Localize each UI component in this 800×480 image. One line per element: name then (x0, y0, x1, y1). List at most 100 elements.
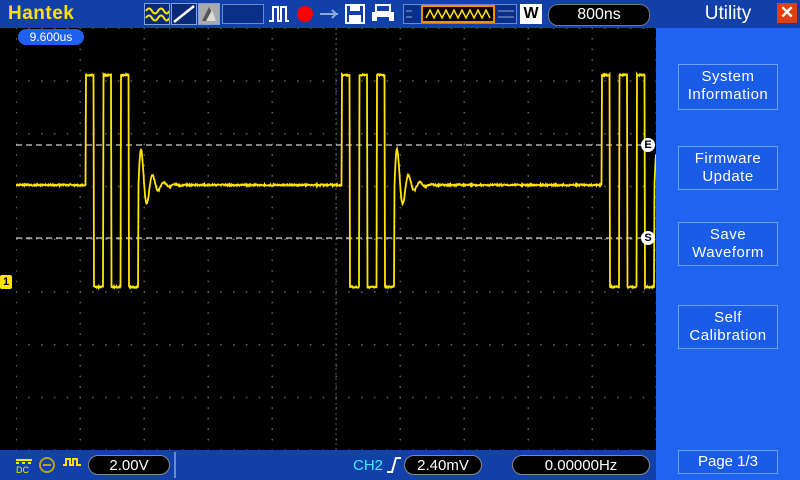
grid-dot (144, 28, 146, 29)
grid-dot (592, 418, 594, 420)
grid-dot (400, 376, 402, 378)
grid-dot (361, 28, 363, 29)
grid-dot (400, 154, 402, 156)
grid-dot (208, 323, 210, 325)
grid-dot (80, 376, 82, 378)
grid-dot (131, 80, 133, 82)
grid-dot (361, 133, 363, 135)
grid-dot (617, 133, 619, 135)
grid-dot (604, 397, 606, 399)
grid-dot (156, 28, 158, 29)
grid-dot (336, 291, 338, 293)
grid-dot (156, 397, 158, 399)
grid-dot (144, 249, 146, 251)
trigger-level-readout[interactable]: 2.40mV (404, 455, 482, 475)
grid-dot (361, 80, 363, 82)
grid-dot (80, 228, 82, 230)
grid-dot (144, 428, 146, 430)
ramp-icon[interactable] (171, 3, 197, 25)
rising-edge-icon[interactable] (386, 456, 402, 474)
grid-dot (144, 312, 146, 314)
grid-dot (617, 28, 619, 29)
close-icon[interactable]: ✕ (777, 3, 797, 23)
ch1-volts-readout[interactable]: 2.00V (88, 455, 170, 475)
grid-dot (592, 59, 594, 61)
grid-dot (144, 376, 146, 378)
printer-icon[interactable] (370, 3, 396, 25)
grid-dot (208, 165, 210, 167)
floppy-icon[interactable] (344, 3, 366, 25)
grid-dot (528, 91, 530, 93)
grid-dot (400, 239, 402, 241)
timebase-readout[interactable]: 800ns (548, 4, 650, 26)
grid-dot (208, 91, 210, 93)
firmware-update-button[interactable]: Firmware Update (678, 146, 778, 190)
grid-dot (400, 80, 402, 82)
grid-dot (80, 428, 82, 430)
grid-dot (528, 165, 530, 167)
grid-dot (412, 344, 414, 346)
grid-dot (144, 407, 146, 409)
page-button[interactable]: Page 1/3 (678, 450, 778, 474)
grid-dot (592, 49, 594, 51)
grid-dot (144, 355, 146, 357)
trigger-source-label[interactable]: CH2 (353, 457, 383, 474)
grid-dot (272, 439, 274, 441)
window-mode-label: W (520, 4, 542, 24)
grid-dot (208, 270, 210, 272)
grid-dot (630, 397, 632, 399)
system-information-button[interactable]: System Information (678, 64, 778, 110)
grid-dot (16, 28, 17, 29)
grid-dot (566, 291, 568, 293)
persist-icon[interactable] (198, 3, 220, 25)
grid-dot (297, 80, 299, 82)
grid-dot (528, 281, 530, 283)
grid-dot (259, 344, 261, 346)
grid-dot (553, 133, 555, 135)
record-icon[interactable] (294, 3, 316, 25)
grid-dot (80, 239, 82, 241)
grid-dot (272, 59, 274, 61)
grid-dot (208, 101, 210, 103)
grid-dot (476, 344, 478, 346)
save-waveform-button[interactable]: Save Waveform (678, 222, 778, 266)
grid-dot (16, 59, 17, 61)
grid-dot (80, 49, 82, 51)
grid-dot (604, 28, 606, 29)
grid-dot (28, 239, 30, 241)
grid-dot (233, 239, 235, 241)
grid-dot (374, 239, 376, 241)
grid-dot (592, 38, 594, 40)
grid-dot (464, 260, 466, 262)
grid-dot (195, 344, 197, 346)
self-calibration-button[interactable]: Self Calibration (678, 305, 778, 349)
grid-dot (80, 302, 82, 304)
grid-dot (41, 291, 43, 293)
dc-coupling-icon: DC (14, 456, 34, 474)
grid-dot (144, 302, 146, 304)
grid-dot (464, 122, 466, 124)
grid-dot (208, 344, 210, 346)
grid-dot (592, 439, 594, 441)
grid-dot (272, 80, 274, 82)
grid-dot (528, 154, 530, 156)
grid-dot (80, 59, 82, 61)
grid-dot (592, 355, 594, 357)
grid-dot (515, 80, 517, 82)
grid-dot (323, 80, 325, 82)
grid-dot (374, 291, 376, 293)
waveform-display[interactable]: 9.600us E S (16, 28, 656, 450)
grid-dot (464, 365, 466, 367)
grid-dot (80, 260, 82, 262)
grid-dot (336, 376, 338, 378)
grid-dot (528, 302, 530, 304)
grid-dot (553, 80, 555, 82)
grid-dot (502, 80, 504, 82)
grid-dot (464, 154, 466, 156)
grid-dot (169, 344, 171, 346)
grid-dot (464, 428, 466, 430)
grid-dot (208, 281, 210, 283)
sample-wave-icon[interactable] (144, 3, 170, 25)
channel1-marker[interactable]: 1 (0, 275, 12, 289)
grid-dot (387, 80, 389, 82)
